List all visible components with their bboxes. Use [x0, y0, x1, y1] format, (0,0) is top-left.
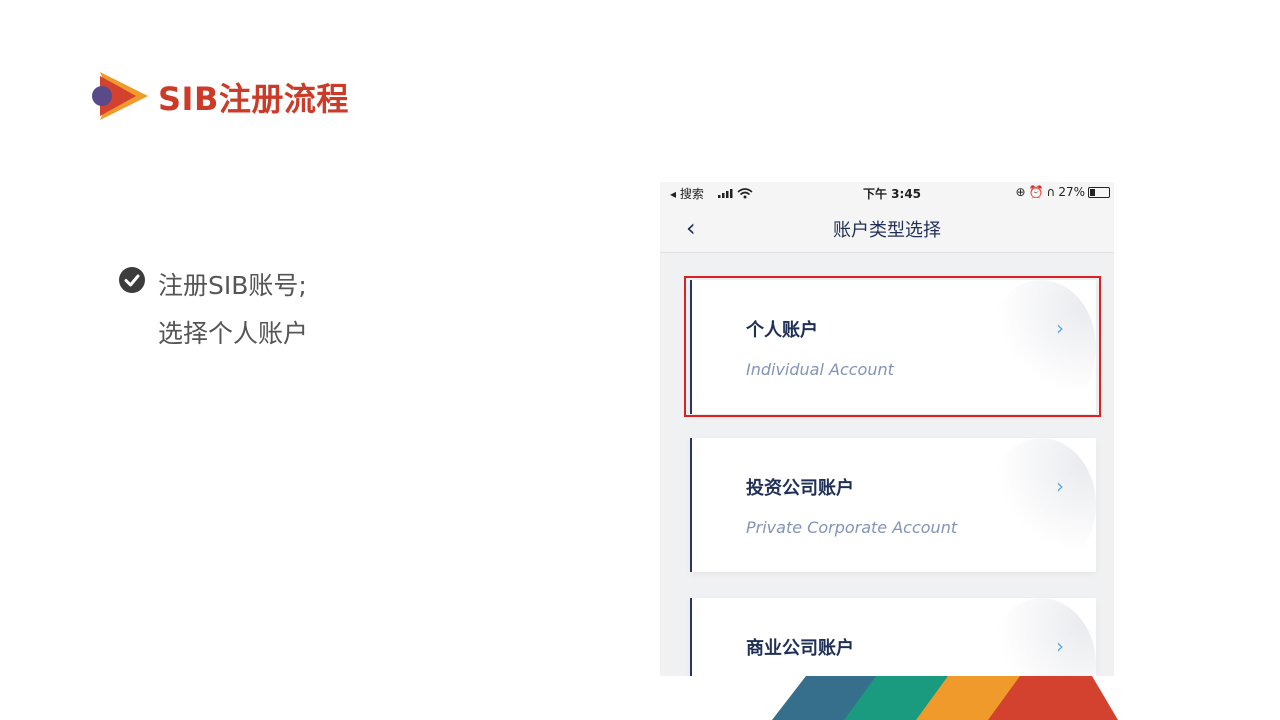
battery-percent: 27% — [1058, 185, 1085, 199]
stripe-3 — [988, 676, 1118, 720]
card-private-corporate-account[interactable]: 投资公司账户 Private Corporate Account › — [690, 438, 1096, 572]
check-circle-icon — [119, 267, 145, 293]
card-watermark-icon — [986, 280, 1096, 414]
status-bar: ◂ 搜索 下午 3:45 ⊕ ⏰ ∩ 27% — [660, 182, 1114, 204]
card-watermark-icon — [986, 438, 1096, 572]
card-subtitle: Individual Account — [746, 360, 894, 379]
signal-wifi-icon — [718, 188, 753, 199]
card-watermark-icon — [986, 598, 1096, 676]
card-business-company-account[interactable]: 商业公司账户 › — [690, 598, 1096, 676]
bullet-line-1: 注册SIB账号; — [158, 271, 307, 300]
lock-rotation-icon: ⊕ — [1015, 185, 1026, 199]
alarm-icon: ⏰ — [1028, 185, 1044, 199]
card-title: 投资公司账户 — [746, 478, 854, 499]
bullet-line-2: 选择个人账户 — [158, 319, 309, 348]
battery-icon — [1088, 186, 1110, 198]
logo-arrow-icon — [92, 72, 148, 120]
chevron-right-icon: › — [1056, 474, 1064, 498]
status-time: 下午 3:45 — [863, 187, 922, 201]
stripe-0 — [772, 676, 878, 720]
nav-bar: ‹ 账户类型选择 — [660, 204, 1114, 253]
card-individual-account[interactable]: 个人账户 Individual Account › — [690, 280, 1096, 414]
card-subtitle: Private Corporate Account — [746, 518, 958, 537]
nav-title: 账户类型选择 — [833, 220, 941, 241]
chevron-right-icon: › — [1056, 316, 1064, 340]
status-right: ⊕ ⏰ ∩ 27% — [1016, 185, 1110, 199]
status-back-search[interactable]: ◂ 搜索 — [670, 185, 704, 202]
headphones-icon: ∩ — [1046, 185, 1056, 199]
stripe-2 — [916, 676, 1022, 720]
card-title: 个人账户 — [746, 320, 818, 341]
bullet-text: 注册SIB账号; 选择个人账户 — [158, 262, 458, 358]
stripe-1 — [844, 676, 950, 720]
chevron-right-icon: › — [1056, 634, 1064, 658]
card-title: 商业公司账户 — [746, 638, 854, 659]
phone-screenshot: ◂ 搜索 下午 3:45 ⊕ ⏰ ∩ 27% ‹ 账户类型选择 个人账户 Ind… — [660, 182, 1114, 676]
slide-title: SIB注册流程 — [158, 80, 349, 118]
